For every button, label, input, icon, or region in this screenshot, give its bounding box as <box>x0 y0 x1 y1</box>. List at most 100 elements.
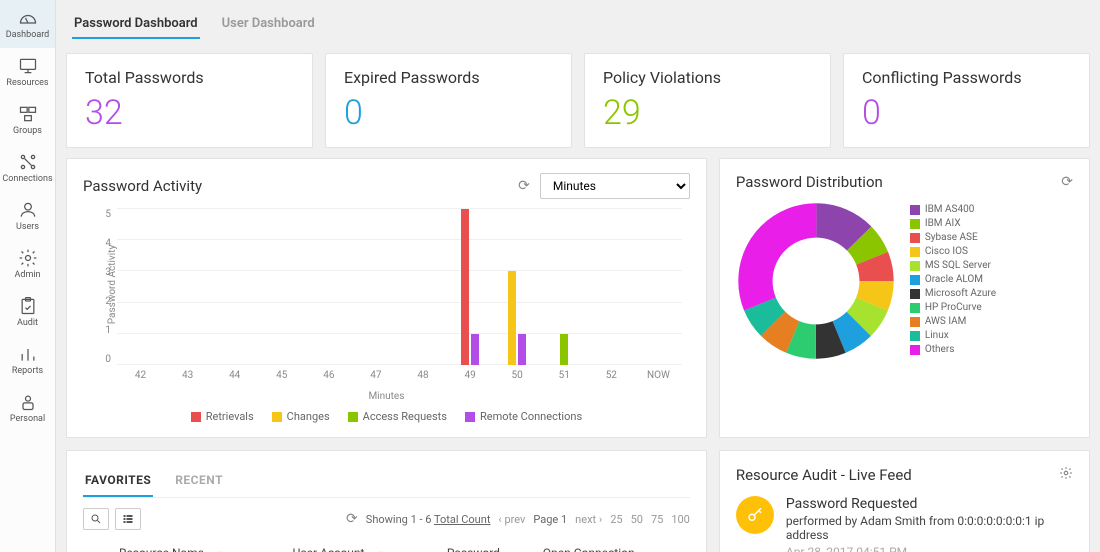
sidebar-item-label: Dashboard <box>6 30 50 40</box>
legend-item: Microsoft Azure <box>910 288 996 299</box>
pagesize-50[interactable]: 50 <box>631 513 643 526</box>
chart-bar <box>560 334 568 365</box>
legend-item: Others <box>910 344 996 355</box>
distribution-legend: IBM AS400 IBM AIX Sybase ASE Cisco IOS MS SQ… <box>910 204 996 358</box>
dashboard-icon <box>18 8 38 28</box>
gear-icon[interactable] <box>1059 465 1073 484</box>
showing-text: Showing 1 - 6 Total Count <box>366 513 491 526</box>
time-unit-select[interactable]: Minutes <box>540 173 690 199</box>
legend-item: Changes <box>272 410 330 423</box>
panel-title: Resource Audit - Live Feed <box>736 466 912 484</box>
legend-item: Remote Connections <box>465 410 582 423</box>
pagesize-100[interactable]: 100 <box>671 513 690 526</box>
sidebar-item-label: Users <box>16 222 39 232</box>
legend-item: IBM AIX <box>910 218 996 229</box>
card-value: 32 <box>85 93 294 133</box>
sidebar-item-label: Reports <box>12 366 43 376</box>
sidebar-item-groups[interactable]: Groups <box>0 96 55 144</box>
prev-page[interactable]: ‹ prev <box>498 513 525 526</box>
card-value: 0 <box>862 93 1071 133</box>
card-value: 29 <box>603 93 812 133</box>
legend-item: HP ProCurve <box>910 302 996 313</box>
col-user[interactable]: User Account▲▼ <box>287 538 441 552</box>
resource-audit-panel: Resource Audit - Live Feed Password Requ… <box>719 450 1090 552</box>
sidebar-item-dashboard[interactable]: Dashboard <box>0 0 55 48</box>
clipboard-icon <box>18 296 38 316</box>
connections-icon <box>18 152 38 172</box>
legend-item: Cisco IOS <box>910 246 996 257</box>
legend-item: IBM AS400 <box>910 204 996 215</box>
chart-bar <box>461 209 469 365</box>
card-title: Conflicting Passwords <box>862 68 1071 87</box>
key-icon <box>736 496 774 534</box>
chart-bar <box>508 271 516 365</box>
sidebar-item-audit[interactable]: Audit <box>0 288 55 336</box>
legend-item: Retrievals <box>191 410 254 423</box>
summary-card: Policy Violations 29 <box>584 53 831 148</box>
refresh-icon[interactable]: ⟳ <box>1061 174 1073 190</box>
pagesize-75[interactable]: 75 <box>651 513 663 526</box>
distribution-donut <box>736 201 896 361</box>
sidebar-item-resources[interactable]: Resources <box>0 48 55 96</box>
password-distribution-panel: Password Distribution ⟳ IBM AS400 IBM AIX… <box>719 158 1090 438</box>
chart-x-label: Minutes <box>83 391 690 402</box>
person-icon <box>18 392 38 412</box>
panel-title: Password Distribution <box>736 173 883 191</box>
col-password: Password <box>441 538 537 552</box>
card-title: Total Passwords <box>85 68 294 87</box>
summary-card: Total Passwords 32 <box>66 53 313 148</box>
sidebar-item-label: Personal <box>10 414 45 424</box>
card-title: Policy Violations <box>603 68 812 87</box>
main-content: Password Dashboard User Dashboard Total … <box>56 0 1100 552</box>
col-connection: Open Connection <box>537 538 690 552</box>
sidebar-item-personal[interactable]: Personal <box>0 384 55 432</box>
audit-feed-item: Password Requested performed by Adam Smi… <box>736 496 1073 552</box>
sidebar-item-reports[interactable]: Reports <box>0 336 55 384</box>
card-title: Expired Passwords <box>344 68 553 87</box>
bar-chart-icon <box>18 344 38 364</box>
sidebar-item-label: Groups <box>13 126 42 136</box>
summary-card: Expired Passwords 0 <box>325 53 572 148</box>
chart-legend: Retrievals Changes Access Requests Remote C… <box>83 410 690 423</box>
audit-item-body: performed by Adam Smith from 0:0:0:0:0:0… <box>786 514 1073 542</box>
card-value: 0 <box>344 93 553 133</box>
tab-password-dashboard[interactable]: Password Dashboard <box>72 10 200 39</box>
tab-recent[interactable]: RECENT <box>173 465 225 497</box>
tab-user-dashboard[interactable]: User Dashboard <box>220 10 317 39</box>
password-activity-panel: Password Activity ⟳ Minutes Password Act… <box>66 158 707 438</box>
next-page[interactable]: next › <box>575 513 602 526</box>
groups-icon <box>18 104 38 124</box>
sidebar-item-users[interactable]: Users <box>0 192 55 240</box>
sidebar-item-admin[interactable]: Admin <box>0 240 55 288</box>
activity-chart: Password Activity 543210 424344454647484… <box>83 209 690 389</box>
sidebar-item-label: Connections <box>2 174 52 184</box>
summary-card: Conflicting Passwords 0 <box>843 53 1090 148</box>
refresh-icon[interactable]: ⟳ <box>518 178 530 194</box>
legend-item: Access Requests <box>348 410 447 423</box>
chart-bar <box>518 334 526 365</box>
sidebar-item-label: Admin <box>15 270 41 280</box>
summary-cards: Total Passwords 32 Expired Passwords 0 P… <box>66 53 1090 148</box>
audit-item-time: Apr 28, 2017 04:51 PM <box>786 545 1073 552</box>
audit-item-title: Password Requested <box>786 496 1073 512</box>
list-view-icon[interactable] <box>115 508 141 530</box>
legend-item: Sybase ASE <box>910 232 996 243</box>
page-indicator: Page 1 <box>533 513 567 526</box>
favorites-table: Resource Name▲▼ User Account▲▼ Password … <box>83 538 690 552</box>
top-tabs: Password Dashboard User Dashboard <box>66 10 1090 43</box>
tab-favorites[interactable]: FAVORITES <box>83 465 153 497</box>
user-icon <box>18 200 38 220</box>
refresh-icon[interactable]: ⟳ <box>346 511 358 527</box>
search-icon[interactable] <box>83 508 109 530</box>
sidebar: Dashboard Resources Groups Connections U… <box>0 0 56 552</box>
legend-item: Oracle ALOM <box>910 274 996 285</box>
legend-item: MS SQL Server <box>910 260 996 271</box>
col-resource[interactable]: Resource Name▲▼ <box>113 538 287 552</box>
pagesize-25[interactable]: 25 <box>610 513 622 526</box>
donut-slice <box>755 220 876 341</box>
chart-bar <box>471 334 479 365</box>
sidebar-item-connections[interactable]: Connections <box>0 144 55 192</box>
monitor-icon <box>18 56 38 76</box>
legend-item: AWS IAM <box>910 316 996 327</box>
sidebar-item-label: Resources <box>6 78 48 88</box>
